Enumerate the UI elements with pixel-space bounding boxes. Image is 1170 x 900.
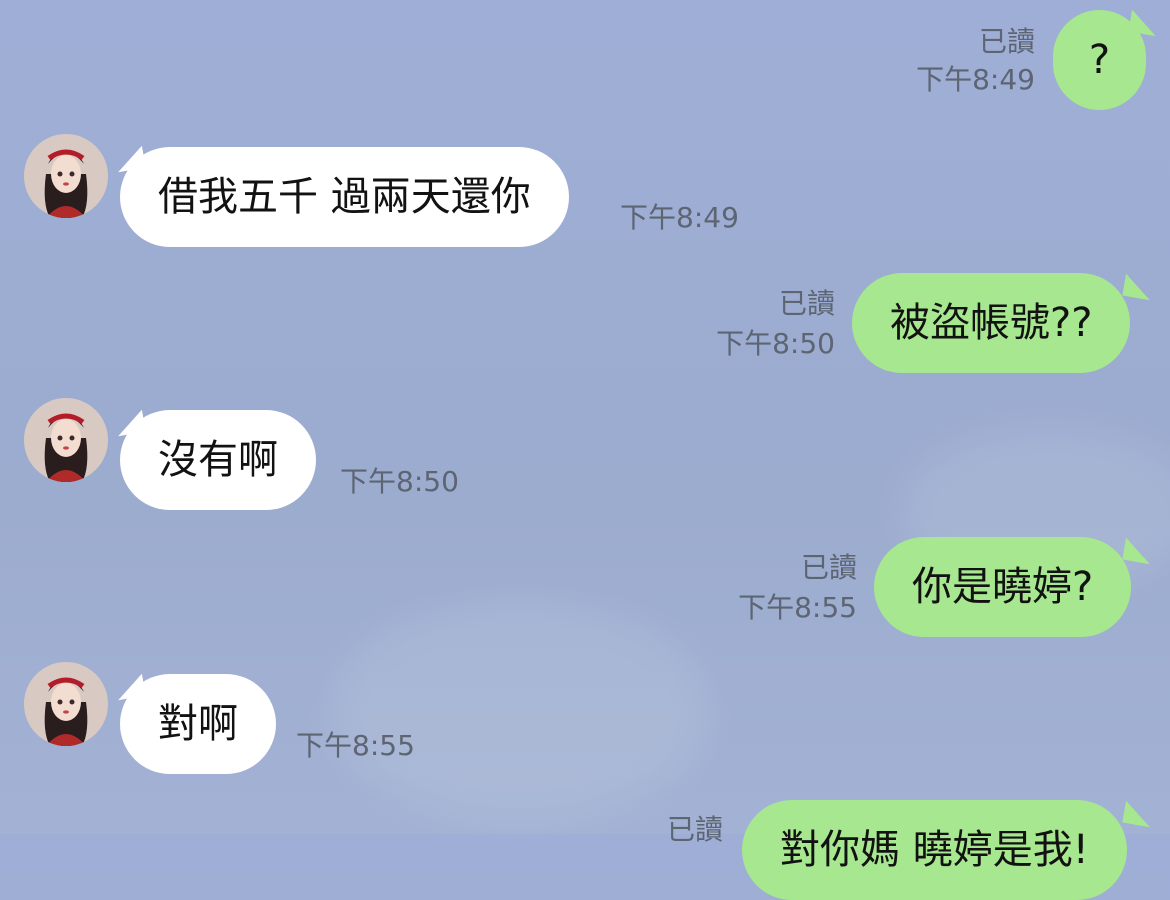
read-receipt: 已讀 [800,551,857,584]
message-time: 下午8:50 [716,327,835,360]
bubble-tail [1122,273,1154,301]
message-bubble-incoming[interactable]: 對啊 [120,674,276,774]
message-bubble-outgoing[interactable]: 對你媽 曉婷是我! [742,800,1127,900]
message-time: 下午8:55 [296,729,415,762]
message-text: ? [1088,37,1111,83]
read-receipt: 已讀 [778,287,835,320]
avatar[interactable] [24,134,108,218]
message-time: 下午8:50 [340,465,459,498]
message-bubble-incoming[interactable]: 沒有啊 [120,410,316,510]
read-receipt: 已讀 [978,25,1035,58]
bubble-tail [1122,537,1154,565]
avatar-girl-icon [24,662,108,746]
avatar[interactable] [24,662,108,746]
bubble-tail [1128,9,1160,37]
avatar-girl-icon [24,398,108,482]
message-bubble-incoming[interactable]: 借我五千 過兩天還你 [120,147,569,247]
message-time: 下午8:49 [916,63,1035,96]
background-cloud [330,600,710,820]
message-text: 被盜帳號?? [890,300,1093,346]
message-text: 你是曉婷? [912,564,1094,610]
message-bubble-outgoing[interactable]: 你是曉婷? [874,537,1132,637]
message-text: 借我五千 過兩天還你 [158,174,531,220]
bubble-tail [1122,800,1154,828]
avatar[interactable] [24,398,108,482]
avatar-girl-icon [24,134,108,218]
message-text: 對啊 [158,701,238,747]
message-time: 下午8:49 [620,201,739,234]
message-time: 下午8:55 [738,591,857,624]
read-receipt: 已讀 [666,813,723,846]
message-bubble-outgoing[interactable]: 被盜帳號?? [852,273,1131,373]
message-text: 沒有啊 [158,437,278,483]
